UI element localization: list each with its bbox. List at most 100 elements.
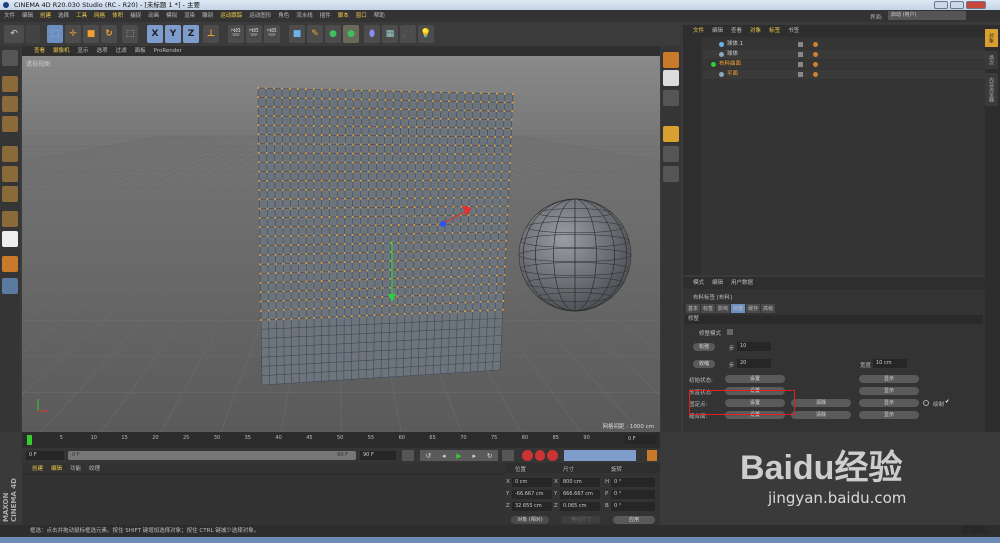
coord-pos-field[interactable]: -66.667 cm (512, 490, 552, 499)
attribute-tab[interactable]: 标签 (701, 304, 716, 313)
frame-range-slider[interactable]: 0 F 90 F (68, 451, 356, 460)
redo-button[interactable] (26, 25, 40, 43)
timeline-ruler[interactable]: 051015202530354045505560657075808590 0 F (22, 432, 660, 448)
menu-item[interactable]: 体积 (112, 10, 123, 22)
close-button[interactable] (966, 1, 986, 9)
object-manager-menu-item[interactable]: 编辑 (712, 25, 723, 37)
axis-mode-icon[interactable] (2, 211, 18, 227)
viewport-menu-item[interactable]: 查看 (34, 46, 45, 56)
camera-button[interactable]: 🎥 (400, 25, 416, 43)
attribute-tab[interactable]: 修整 (731, 304, 746, 313)
play-icon[interactable]: ▶ (456, 452, 461, 460)
object-name[interactable]: 布料曲面 (719, 60, 741, 69)
key-filter-buttons[interactable] (564, 450, 636, 461)
render-view-button[interactable]: 🎬 (228, 25, 244, 43)
attribute-menu-item[interactable]: 用户数据 (731, 277, 753, 289)
coord-mode-dropdown[interactable]: 对象 (相对) (511, 516, 549, 524)
attribute-tab[interactable]: 基本 (686, 304, 701, 313)
visibility-icon[interactable] (798, 42, 803, 47)
sculpt-icon[interactable] (663, 146, 679, 162)
attribute-menu-item[interactable]: 模式 (693, 277, 704, 289)
object-row[interactable]: 球体.1 (703, 40, 985, 49)
tag-icon[interactable] (813, 72, 818, 77)
coord-size-field[interactable]: 0.065 cm (560, 502, 600, 511)
object-row[interactable]: 球体 (703, 50, 985, 59)
axis-x-button[interactable]: X (147, 25, 163, 43)
menu-item[interactable]: 窗口 (356, 10, 367, 22)
paint-icon[interactable] (663, 126, 679, 142)
layout-dropdown[interactable]: 启动 (用户) (888, 11, 966, 20)
move-button[interactable]: ✛ (65, 25, 81, 43)
relax-step-field[interactable]: 10 (737, 342, 771, 351)
menu-item[interactable]: 雕刻 (202, 10, 213, 22)
tag-icon[interactable] (813, 62, 818, 67)
magnet-icon[interactable] (663, 166, 679, 182)
live-select-button[interactable]: ⬚ (47, 25, 63, 43)
select-tool-button[interactable]: ⬚ (122, 25, 138, 43)
right-tab[interactable]: 场次 (985, 51, 998, 69)
set-button[interactable]: 设置 (725, 375, 785, 383)
snap-toggle-icon[interactable] (663, 70, 679, 86)
floor-button[interactable]: ▦ (382, 25, 398, 43)
show-button[interactable]: 显示 (859, 375, 919, 383)
deformer-button[interactable]: ⬮ (364, 25, 380, 43)
shrink-step-field[interactable]: 20 (737, 359, 771, 368)
coord-size-field[interactable]: 800 cm (560, 478, 600, 487)
material-menu-item[interactable]: 纹理 (89, 463, 100, 474)
coordinate-system-button[interactable]: ⊥ (203, 25, 219, 43)
clear-button[interactable]: 清除 (791, 399, 851, 407)
brush-icon[interactable] (663, 90, 679, 106)
clear-button[interactable]: 清除 (791, 411, 851, 419)
viewport-menu-item[interactable]: 过滤 (116, 46, 127, 56)
make-editable-icon[interactable] (2, 50, 18, 66)
perspective-viewport[interactable]: 透视视图 网格间距 : 1000 cm (0, 56, 1000, 433)
coord-size-field[interactable]: 666.667 cm (560, 490, 600, 499)
object-name[interactable]: 球体.1 (727, 40, 743, 49)
record-icon[interactable] (522, 450, 533, 461)
next-key-icon[interactable]: ↻ (487, 452, 493, 460)
menu-item[interactable]: 渲染 (184, 10, 195, 22)
start-frame-field[interactable]: 0 F (26, 451, 64, 460)
relax-button[interactable]: 松弛 (693, 343, 715, 351)
visibility-icon[interactable] (798, 62, 803, 67)
tag-icon[interactable] (813, 52, 818, 57)
shrink-button[interactable]: 收缩 (693, 360, 715, 368)
size-mode-dropdown[interactable]: 绝对尺寸 (561, 516, 601, 524)
coord-rot-field[interactable]: 0 ° (611, 490, 655, 499)
menu-item[interactable]: 编辑 (22, 10, 33, 22)
show-button[interactable]: 显示 (859, 387, 919, 395)
menu-item[interactable]: 脚本 (338, 10, 349, 22)
tweak-icon[interactable] (2, 256, 18, 272)
object-name[interactable]: 平面 (727, 70, 738, 79)
scale-button[interactable]: ■ (83, 25, 99, 43)
attribute-tab[interactable]: 高级 (761, 304, 776, 313)
coord-rot-field[interactable]: 0 ° (611, 478, 655, 487)
menu-item[interactable]: 帮助 (374, 10, 385, 22)
timeline-window-icon[interactable] (647, 450, 657, 461)
object-manager-menu-item[interactable]: 书签 (788, 25, 799, 37)
width-field[interactable]: 10 cm (873, 359, 907, 368)
object-row[interactable]: 布料曲面 (703, 60, 985, 69)
attribute-tab[interactable]: 缓存 (746, 304, 761, 313)
viewport-canvas[interactable]: 透视视图 网格间距 : 1000 cm (0, 56, 1000, 433)
menu-item[interactable]: 动画 (148, 10, 159, 22)
material-menu-item[interactable]: 创建 (32, 463, 43, 474)
maximize-button[interactable] (950, 1, 964, 9)
menu-item[interactable]: 选择 (58, 10, 69, 22)
object-name[interactable]: 球体 (727, 50, 738, 59)
render-settings-button[interactable]: 🎬 (264, 25, 280, 43)
end-frame-field[interactable]: 90 F (360, 451, 396, 460)
menu-item[interactable]: 流水线 (296, 10, 313, 22)
draw-radio[interactable] (923, 400, 929, 406)
keyframe-selection-icon[interactable] (547, 450, 559, 461)
object-manager-menu-item[interactable]: 标签 (769, 25, 780, 37)
menu-item[interactable]: 工具 (76, 10, 87, 22)
edges-mode-icon[interactable] (2, 166, 18, 182)
axis-z-button[interactable]: Z (183, 25, 199, 43)
object-manager-menu-item[interactable]: 查看 (731, 25, 742, 37)
menu-item[interactable]: 运动图形 (249, 10, 271, 22)
render-picture-viewer-button[interactable]: 🎬 (246, 25, 262, 43)
texture-mode-icon[interactable] (2, 96, 18, 112)
show-button[interactable]: 显示 (859, 399, 919, 407)
cube-button[interactable]: ■ (289, 25, 305, 43)
